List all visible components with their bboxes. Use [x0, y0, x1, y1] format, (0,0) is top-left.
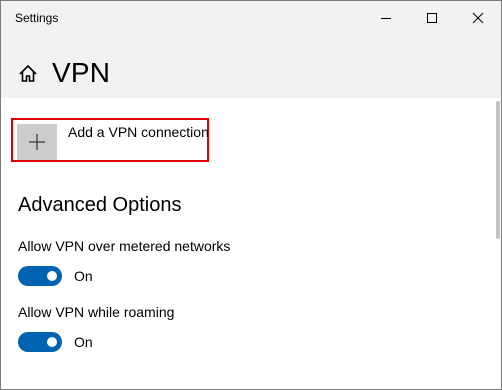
minimize-button[interactable]: [363, 1, 409, 34]
metered-networks-toggle[interactable]: [18, 266, 62, 286]
maximize-icon: [427, 12, 437, 23]
plus-icon: [29, 134, 45, 150]
toggle-knob: [47, 337, 57, 347]
close-icon: [472, 12, 484, 23]
add-vpn-connection-button[interactable]: Add a VPN connection: [11, 118, 209, 162]
metered-networks-label: Allow VPN over metered networks: [18, 238, 231, 254]
vertical-scrollbar[interactable]: [496, 101, 500, 239]
minimize-icon: [381, 17, 391, 19]
advanced-options-heading: Advanced Options: [18, 194, 182, 216]
title-bar: Settings: [1, 1, 501, 34]
window-title: Settings: [15, 11, 59, 25]
toggle-knob: [47, 271, 57, 281]
roaming-label: Allow VPN while roaming: [18, 304, 175, 320]
roaming-toggle[interactable]: [18, 332, 62, 352]
home-button[interactable]: [17, 63, 39, 85]
roaming-state: On: [74, 334, 93, 350]
close-button[interactable]: [455, 1, 501, 34]
settings-window: Settings VPN Add a VPN connection Advanc…: [0, 0, 502, 390]
home-icon: [19, 64, 37, 82]
plus-tile: [17, 124, 57, 160]
page-title: VPN: [52, 57, 111, 88]
add-vpn-label: Add a VPN connection: [68, 124, 209, 140]
metered-networks-state: On: [74, 268, 93, 284]
maximize-button[interactable]: [409, 1, 455, 34]
